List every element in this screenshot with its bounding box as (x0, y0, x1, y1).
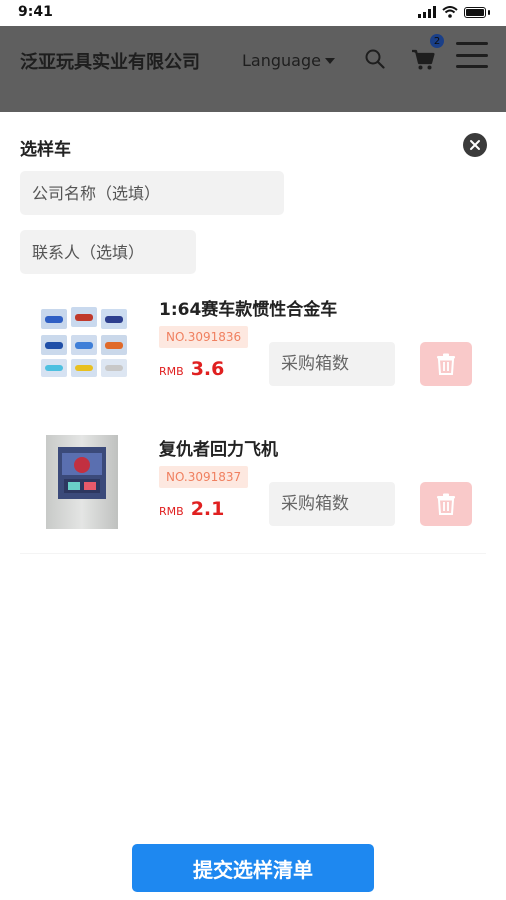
sample-cart-panel: 选样车 1:64赛车款惯性合金车 NO.3091836 (0, 112, 506, 900)
close-icon (470, 140, 480, 150)
price-currency: RMB (159, 505, 184, 518)
item-name: 复仇者回力飞机 (159, 440, 278, 460)
cart-count-badge: 2 (430, 34, 444, 48)
caret-down-icon (324, 57, 335, 64)
signal-icon (418, 6, 436, 18)
cart-item: 1:64赛车款惯性合金车 NO.3091836 RMB 3.6 (20, 295, 486, 425)
brand-name: 泛亚玩具实业有限公司 (20, 52, 200, 73)
product-image-toy-plane (46, 435, 118, 529)
carton-quantity-input[interactable] (269, 342, 395, 386)
status-bar: 9:41 (0, 0, 506, 26)
product-image-diecast-cars (38, 295, 132, 389)
delete-item-button[interactable] (420, 342, 472, 386)
item-name: 1:64赛车款惯性合金车 (159, 300, 338, 320)
menu-icon[interactable] (456, 42, 488, 68)
language-label: Language (242, 51, 321, 70)
wifi-icon (442, 6, 458, 18)
status-icons (418, 6, 490, 18)
language-selector[interactable]: Language (242, 51, 335, 70)
trash-icon (437, 353, 455, 375)
carton-quantity-input[interactable] (269, 482, 395, 526)
item-price: RMB 3.6 (159, 358, 224, 380)
close-button[interactable] (463, 133, 487, 157)
item-number-tag: NO.3091836 (159, 326, 249, 348)
item-price: RMB 2.1 (159, 498, 224, 520)
site-header: 泛亚玩具实业有限公司 Language 2 (0, 26, 506, 112)
search-icon[interactable] (364, 48, 386, 70)
battery-tip (488, 9, 490, 15)
submit-sample-list-button[interactable]: 提交选样清单 (132, 844, 374, 892)
price-value: 2.1 (190, 498, 225, 520)
list-divider (20, 553, 486, 554)
trash-icon (437, 493, 455, 515)
price-currency: RMB (159, 365, 184, 378)
cart-icon[interactable] (410, 46, 436, 72)
price-value: 3.6 (190, 358, 225, 380)
status-time: 9:41 (18, 4, 53, 20)
panel-title: 选样车 (20, 140, 71, 160)
contact-name-input[interactable] (20, 230, 196, 274)
cart-item: 复仇者回力飞机 NO.3091837 RMB 2.1 (20, 435, 486, 565)
delete-item-button[interactable] (420, 482, 472, 526)
battery-icon (464, 6, 486, 18)
item-number-tag: NO.3091837 (159, 466, 249, 488)
company-name-input[interactable] (20, 171, 284, 215)
